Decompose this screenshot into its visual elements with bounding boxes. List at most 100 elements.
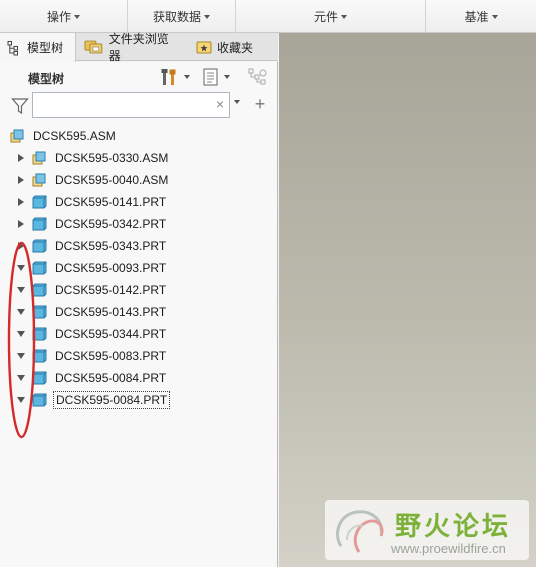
tree-item[interactable]: DCSK595-0344.PRT bbox=[10, 323, 168, 345]
clear-icon[interactable]: × bbox=[213, 97, 227, 111]
caret-down-icon bbox=[74, 14, 80, 19]
collapse-arrow-icon bbox=[17, 309, 25, 315]
ribbon-group-label: 操作 bbox=[46, 10, 71, 24]
part-icon bbox=[32, 393, 47, 407]
expand-toggle[interactable] bbox=[10, 323, 32, 345]
tree-icon bbox=[7, 40, 18, 55]
document-list-icon bbox=[203, 68, 218, 86]
tree-root-item[interactable]: DCSK595.ASM bbox=[10, 125, 118, 147]
caret-down-icon bbox=[341, 14, 347, 19]
tree-filter-icon bbox=[248, 68, 267, 85]
tree-item-label: DCSK595-0093.PRT bbox=[55, 261, 167, 275]
tree-item-label: DCSK595-0084.PRT bbox=[53, 391, 171, 409]
expand-toggle[interactable] bbox=[10, 367, 32, 389]
expand-toggle[interactable] bbox=[10, 147, 32, 169]
expand-arrow-icon bbox=[18, 242, 24, 250]
tree-item-label: DCSK595-0344.PRT bbox=[55, 327, 167, 341]
part-icon bbox=[32, 327, 47, 341]
watermark-url: www.proewildfire.cn bbox=[391, 541, 506, 556]
expand-toggle[interactable] bbox=[10, 213, 32, 235]
tree-item[interactable]: DCSK595-0342.PRT bbox=[10, 213, 168, 235]
tab-label: 模型树 bbox=[27, 41, 64, 55]
part-icon bbox=[32, 239, 47, 253]
collapse-arrow-icon bbox=[17, 287, 25, 293]
ribbon-group-datum[interactable]: 基准 bbox=[426, 0, 536, 33]
tree-item-label: DCSK595-0342.PRT bbox=[55, 217, 167, 231]
watermark: 野火论坛 www.proewildfire.cn bbox=[325, 500, 529, 560]
tree-item[interactable]: DCSK595-0083.PRT bbox=[10, 345, 168, 367]
tree-item[interactable]: DCSK595-0142.PRT bbox=[10, 279, 168, 301]
tab-favorites[interactable]: 收藏夹 bbox=[190, 33, 270, 61]
search-input[interactable] bbox=[32, 92, 230, 118]
tree-item-label: DCSK595-0143.PRT bbox=[55, 305, 167, 319]
collapse-arrow-icon bbox=[17, 375, 25, 381]
expand-toggle[interactable] bbox=[10, 389, 32, 411]
ribbon-group-get-data[interactable]: 获取数据 bbox=[128, 0, 236, 33]
assembly-icon bbox=[32, 173, 46, 187]
hammer-wrench-icon bbox=[161, 69, 176, 85]
add-icon[interactable]: + bbox=[252, 93, 268, 115]
watermark-logo-icon bbox=[336, 510, 384, 553]
panel-title: 模型树 bbox=[28, 72, 65, 86]
settings-menu-button[interactable] bbox=[160, 66, 190, 88]
model-tree-panel: 模型树 × + DCSK595.ASM DCSK595-0330.ASM DCS… bbox=[0, 62, 278, 567]
expand-arrow-icon bbox=[18, 176, 24, 184]
tree-item[interactable]: DCSK595-0343.PRT bbox=[10, 235, 168, 257]
tab-folder-browser[interactable]: 文件夹浏览器 bbox=[78, 32, 186, 63]
expand-toggle[interactable] bbox=[10, 345, 32, 367]
collapse-arrow-icon bbox=[17, 353, 25, 359]
part-icon bbox=[32, 305, 47, 319]
part-icon bbox=[32, 261, 47, 275]
search-options-caret-icon[interactable] bbox=[234, 100, 240, 104]
expand-arrow-icon bbox=[18, 198, 24, 206]
tree-item-label: DCSK595-0084.PRT bbox=[55, 371, 167, 385]
tab-label: 收藏夹 bbox=[217, 40, 254, 55]
ribbon-group-label: 基准 bbox=[464, 10, 489, 24]
tree-item[interactable]: DCSK595-0141.PRT bbox=[10, 191, 168, 213]
navigator-tabs: 模型树 文件夹浏览器 收藏夹 bbox=[0, 32, 278, 63]
part-icon bbox=[32, 217, 47, 231]
tree-item-label: DCSK595-0343.PRT bbox=[55, 239, 167, 253]
graphics-viewport[interactable]: 野火论坛 www.proewildfire.cn bbox=[279, 33, 536, 567]
tree-item[interactable]: DCSK595-0040.ASM bbox=[10, 169, 170, 191]
show-menu-button[interactable] bbox=[202, 66, 230, 88]
part-icon bbox=[32, 195, 47, 209]
ribbon-group-label: 获取数据 bbox=[152, 10, 201, 24]
collapse-arrow-icon bbox=[17, 331, 25, 337]
tree-item-label: DCSK595-0142.PRT bbox=[55, 283, 167, 297]
tree-filter-button[interactable] bbox=[247, 66, 269, 88]
caret-down-icon bbox=[204, 14, 210, 19]
tab-label: 文件夹浏览器 bbox=[108, 32, 169, 63]
assembly-icon bbox=[32, 151, 46, 165]
expand-toggle[interactable] bbox=[10, 235, 32, 257]
caret-down-icon bbox=[491, 14, 498, 19]
expand-arrow-icon bbox=[18, 154, 24, 162]
tree-item-label: DCSK595-0040.ASM bbox=[55, 173, 169, 187]
tree-item[interactable]: DCSK595-0330.ASM bbox=[10, 147, 170, 169]
tree-item[interactable]: DCSK595-0143.PRT bbox=[10, 301, 168, 323]
tree-item-label: DCSK595-0330.ASM bbox=[55, 151, 169, 165]
expand-toggle[interactable] bbox=[10, 301, 32, 323]
filter-funnel-icon[interactable] bbox=[11, 97, 29, 115]
part-icon bbox=[32, 349, 47, 363]
ribbon-group-label: 元件 bbox=[313, 10, 338, 24]
expand-toggle[interactable] bbox=[10, 279, 32, 301]
collapse-arrow-icon bbox=[17, 265, 25, 271]
tab-model-tree[interactable]: 模型树 bbox=[0, 33, 76, 62]
expand-toggle[interactable] bbox=[10, 257, 32, 279]
tree-item-label: DCSK595-0083.PRT bbox=[55, 349, 167, 363]
ribbon-group-component[interactable]: 元件 bbox=[236, 0, 426, 33]
part-icon bbox=[32, 283, 47, 297]
ribbon-group-operations[interactable]: 操作 bbox=[0, 0, 128, 33]
collapse-arrow-icon bbox=[17, 397, 25, 403]
tree-item[interactable]: DCSK595-0093.PRT bbox=[10, 257, 168, 279]
ribbon-group-bar: 操作 获取数据 元件 基准 bbox=[0, 0, 536, 33]
expand-arrow-icon bbox=[18, 220, 24, 228]
caret-down-icon bbox=[224, 75, 230, 79]
tree-item[interactable]: DCSK595-0084.PRT bbox=[10, 367, 168, 389]
favorites-icon bbox=[196, 41, 212, 54]
expand-toggle[interactable] bbox=[10, 191, 32, 213]
watermark-title: 野火论坛 bbox=[395, 512, 512, 542]
expand-toggle[interactable] bbox=[10, 169, 32, 191]
tree-item-selected[interactable]: DCSK595-0084.PRT bbox=[10, 389, 171, 411]
